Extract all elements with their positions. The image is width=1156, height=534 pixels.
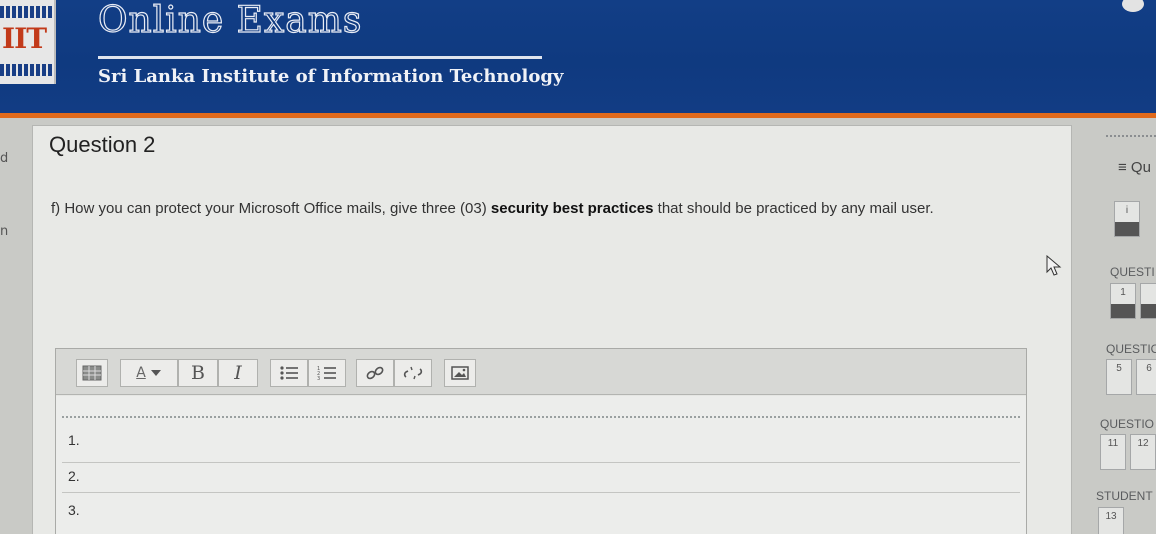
question-nav-button[interactable]: 11 xyxy=(1100,434,1126,470)
numbered-list-icon: 1 2 3 xyxy=(317,366,336,381)
svg-text:3: 3 xyxy=(317,376,320,381)
left-panel-fragment: n xyxy=(0,224,9,239)
bullet-list-icon xyxy=(280,366,298,380)
logo-text: IIT xyxy=(2,22,47,55)
question-navigation-panel: ≡ Qu i QUESTI 1 QUESTIO 5 6 QUESTIO 11 1… xyxy=(1090,125,1156,534)
question-nav-button[interactable]: 1 xyxy=(1110,283,1136,319)
left-panel-fragment: d xyxy=(0,151,9,166)
numbered-list-button[interactable]: 1 2 3 xyxy=(308,359,346,387)
mouse-cursor-icon xyxy=(1046,255,1062,276)
question-label: f) xyxy=(51,200,61,217)
logo-stripes-top xyxy=(0,6,54,18)
section-label: QUESTIO xyxy=(1100,417,1155,431)
keyboard-icon xyxy=(82,365,102,381)
site-header: IIT Online Exams Sri Lanka Institute of … xyxy=(0,0,1156,118)
question-nav-button[interactable]: 6 xyxy=(1136,359,1156,395)
question-title: Question 2 xyxy=(49,132,156,157)
editor-toolbar: A B I 1 2 3 xyxy=(56,349,1026,395)
question-text-emphasis: security best practices xyxy=(490,200,654,217)
question-text-before: How you can protect your Microsoft Offic… xyxy=(64,200,487,217)
question-card: Question 2 f) How you can protect your M… xyxy=(32,125,1072,534)
question-nav-number: i xyxy=(1125,205,1129,216)
answered-indicator xyxy=(1141,304,1156,318)
answer-text-area[interactable]: 1. 2. 3. xyxy=(56,396,1026,534)
section-label: QUESTIO xyxy=(1106,342,1156,356)
logo-stripes-bottom xyxy=(0,64,54,76)
question-text: f) How you can protect your Microsoft Of… xyxy=(51,200,934,217)
question-nav-number: 11 xyxy=(1107,438,1119,449)
bullet-list-button[interactable] xyxy=(270,359,308,387)
question-nav-number: 13 xyxy=(1105,511,1117,522)
question-nav-button[interactable]: 12 xyxy=(1130,434,1156,470)
italic-button[interactable]: I xyxy=(218,359,258,387)
insert-link-button[interactable] xyxy=(356,359,394,387)
answer-line: 3. xyxy=(68,502,80,518)
header-corner-button[interactable] xyxy=(1122,0,1144,12)
title-divider xyxy=(98,56,542,59)
answered-indicator xyxy=(1115,222,1139,236)
answer-line: 2. xyxy=(68,468,80,484)
bold-label: B xyxy=(191,362,205,384)
chevron-down-icon xyxy=(150,370,161,376)
question-nav-number: 6 xyxy=(1146,363,1152,374)
question-text-after: that should be practiced by any mail use… xyxy=(657,200,934,217)
bold-button[interactable]: B xyxy=(178,359,218,387)
institute-name: Sri Lanka Institute of Information Techn… xyxy=(98,66,564,87)
font-format-icon: A xyxy=(136,365,146,381)
italic-label: I xyxy=(234,362,242,384)
app-title: Online Exams xyxy=(97,0,363,42)
question-nav-button[interactable]: 13 xyxy=(1098,507,1124,534)
answer-editor: A B I 1 2 3 1. 2. 3. xyxy=(55,348,1027,534)
answer-separator xyxy=(62,462,1020,463)
question-nav-button[interactable]: 5 xyxy=(1106,359,1132,395)
answer-line: 1. xyxy=(68,432,80,448)
question-nav-current[interactable]: i xyxy=(1114,201,1140,237)
answer-separator xyxy=(62,492,1020,493)
panel-divider xyxy=(1106,135,1156,137)
question-nav-number: 12 xyxy=(1137,438,1149,449)
remove-link-button[interactable] xyxy=(394,359,432,387)
image-icon xyxy=(451,366,469,380)
question-nav-number: 5 xyxy=(1116,363,1122,374)
unlink-icon xyxy=(403,366,423,380)
section-label: STUDENT xyxy=(1096,489,1153,503)
link-icon xyxy=(366,366,384,380)
section-label: QUESTI xyxy=(1110,265,1155,279)
institute-logo: IIT xyxy=(0,0,56,84)
toolbar-grid-button[interactable] xyxy=(76,359,108,387)
editor-dotted-guide xyxy=(62,416,1020,418)
quiz-navigation-heading[interactable]: ≡ Qu xyxy=(1118,159,1151,176)
question-nav-button[interactable] xyxy=(1140,283,1156,319)
insert-image-button[interactable] xyxy=(444,359,476,387)
question-nav-number: 1 xyxy=(1120,287,1126,298)
answered-indicator xyxy=(1111,304,1135,318)
text-format-dropdown[interactable]: A xyxy=(120,359,178,387)
